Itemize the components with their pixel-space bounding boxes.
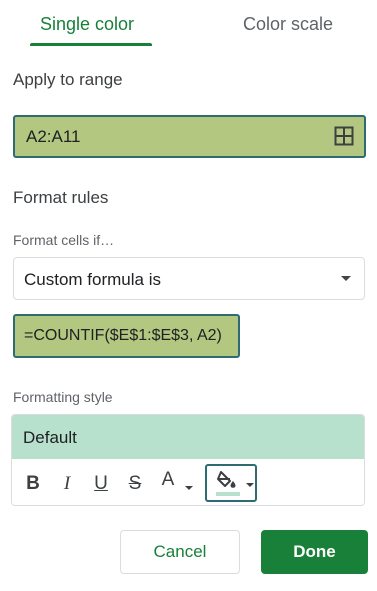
dropdown-caret-icon xyxy=(341,276,351,281)
fill-color-button[interactable] xyxy=(205,464,257,502)
paint-bucket-icon xyxy=(216,471,240,496)
active-tab-indicator xyxy=(30,43,152,46)
format-rules-heading: Format rules xyxy=(13,188,109,207)
tab-single-color[interactable]: Single color xyxy=(40,14,134,35)
tab-bar: Single color Color scale xyxy=(0,0,377,48)
condition-value: Custom formula is xyxy=(24,270,161,289)
format-cells-if-label: Format cells if… xyxy=(13,232,115,248)
text-color-caret-icon xyxy=(185,486,193,490)
strikethrough-button[interactable]: S xyxy=(122,471,148,497)
formula-value: =COUNTIF($E$1:$E$3, A2) xyxy=(24,327,222,344)
underline-button[interactable]: U xyxy=(88,471,114,497)
formatting-style-card: Default B I U S A xyxy=(11,414,365,506)
cancel-button[interactable]: Cancel xyxy=(120,530,240,574)
condition-dropdown[interactable]: Custom formula is xyxy=(13,257,365,300)
style-preview-text: Default xyxy=(23,428,77,447)
formatting-toolbar: B I U S A xyxy=(12,459,364,505)
style-preview[interactable]: Default xyxy=(12,415,364,459)
italic-button[interactable]: I xyxy=(54,471,80,497)
done-button[interactable]: Done xyxy=(261,530,368,574)
range-input[interactable]: A2:A11 xyxy=(13,115,366,158)
select-range-icon[interactable] xyxy=(334,126,354,146)
apply-range-heading: Apply to range xyxy=(13,70,123,89)
formatting-style-label: Formatting style xyxy=(13,389,113,405)
text-color-button[interactable]: A xyxy=(155,467,181,493)
tab-color-scale[interactable]: Color scale xyxy=(243,14,333,35)
bold-button[interactable]: B xyxy=(20,471,46,497)
custom-formula-input[interactable]: =COUNTIF($E$1:$E$3, A2) xyxy=(13,314,240,358)
fill-color-caret-icon xyxy=(246,483,254,487)
range-value: A2:A11 xyxy=(26,127,81,146)
